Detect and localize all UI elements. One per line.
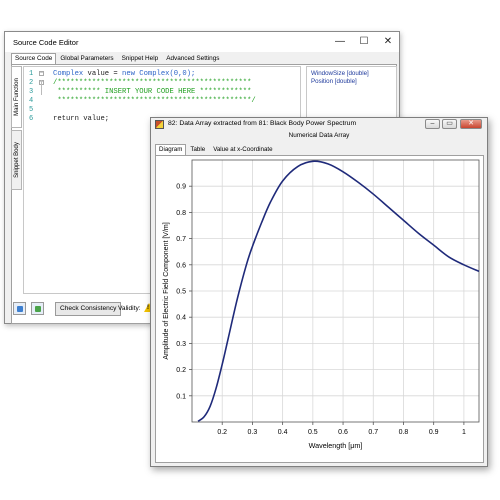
y-tick-label: 0.7: [176, 236, 186, 243]
y-tick-label: 0.1: [176, 393, 186, 400]
param-position[interactable]: Position [double]: [311, 78, 357, 85]
data-window-subtitle: Numerical Data Array: [288, 132, 350, 139]
export-button[interactable]: [31, 302, 44, 315]
data-window-titlebar[interactable]: 82: Data Array extracted from 81: Black …: [151, 118, 487, 131]
restore-button[interactable]: ▭: [442, 119, 457, 129]
line-number: 2: [29, 79, 34, 87]
y-tick-label: 0.6: [176, 262, 186, 269]
close-button[interactable]: ✕: [460, 119, 482, 129]
close-button[interactable]: ✕: [377, 34, 399, 49]
tab-table[interactable]: Table: [186, 144, 209, 155]
minimize-button[interactable]: —: [329, 34, 351, 49]
tab-diagram[interactable]: Diagram: [155, 144, 187, 155]
fold-marker-icon[interactable]: –: [39, 71, 44, 76]
side-tab-strip: Main Function Snippet Body: [11, 66, 22, 296]
y-tick-label: 0.5: [176, 289, 186, 296]
app-icon: [155, 120, 164, 129]
diagram-panel: 0.2 0.3 0.4 0.5 0.6 0.7 0.8 0.9 1 0.1 0.2 0.3 0.4 0.5…: [155, 155, 484, 463]
data-array-window: 82: Data Array extracted from 81: Black …: [150, 117, 488, 467]
spectrum-chart[interactable]: 0.2 0.3 0.4 0.5 0.6 0.7 0.8 0.9 1 0.1 0.2 0.3 0.4 0.5…: [156, 156, 485, 464]
tab-snippet-body-label: Snippet Body: [13, 142, 20, 178]
line-number: 4: [29, 97, 34, 105]
minimize-button[interactable]: –: [425, 119, 440, 129]
x-tick-label: 0.7: [368, 429, 378, 436]
check-consistency-button[interactable]: Check Consistency: [55, 302, 122, 316]
x-tick-label: 0.8: [399, 429, 409, 436]
data-tab-bar: Diagram Table Value at x-Coordinate: [155, 144, 277, 155]
code-line-2: /***************************************…: [53, 79, 252, 87]
tab-snippet-help[interactable]: Snippet Help: [118, 53, 163, 64]
x-axis-label: Wavelength [μm]: [309, 441, 363, 450]
editor-tab-bar: Source Code Global Parameters Snippet He…: [11, 53, 223, 64]
import-button[interactable]: [13, 302, 26, 315]
tab-main-function-label: Main Function: [13, 78, 20, 116]
tab-snippet-body[interactable]: Snippet Body: [11, 130, 22, 190]
tab-global-parameters[interactable]: Global Parameters: [56, 53, 117, 64]
line-number: 5: [29, 106, 34, 114]
line-number: 3: [29, 88, 34, 96]
x-tick-label: 0.9: [429, 429, 439, 436]
y-axis-label: Amplitude of Electric Field Component [V…: [163, 222, 170, 359]
export-icon: [35, 306, 41, 312]
editor-title: Source Code Editor: [13, 38, 79, 47]
x-tick-label: 1: [462, 429, 466, 436]
editor-titlebar[interactable]: Source Code Editor — ☐ ✕: [5, 32, 399, 52]
y-tick-label: 0.8: [176, 210, 186, 217]
line-number: 6: [29, 115, 34, 123]
import-icon: [17, 306, 23, 312]
warning-mark: !: [147, 305, 149, 311]
maximize-button[interactable]: ☐: [353, 34, 375, 49]
x-tick-label: 0.3: [248, 429, 258, 436]
tab-value-at-x[interactable]: Value at x-Coordinate: [209, 144, 276, 155]
validity-label: Validity:: [118, 305, 141, 312]
tab-source-code[interactable]: Source Code: [11, 53, 57, 64]
x-tick-label: 0.2: [217, 429, 227, 436]
y-tick-label: 0.4: [176, 315, 186, 322]
param-window-size[interactable]: WindowSize [double]: [311, 70, 369, 77]
line-number: 1: [29, 70, 34, 78]
y-tick-label: 0.9: [176, 184, 186, 191]
code-line-3: ********** INSERT YOUR CODE HERE *******…: [53, 88, 252, 96]
code-line-6: return value;: [53, 115, 110, 123]
fold-guide: [41, 80, 42, 95]
tab-advanced-settings[interactable]: Advanced Settings: [162, 53, 223, 64]
y-tick-label: 0.2: [176, 367, 186, 374]
y-tick-label: 0.3: [176, 341, 186, 348]
code-line-1: Complex value = new Complex(0,0);: [53, 70, 196, 78]
tab-main-function[interactable]: Main Function: [11, 66, 22, 128]
code-line-4: ****************************************…: [53, 97, 256, 105]
x-tick-label: 0.5: [308, 429, 318, 436]
x-tick-label: 0.4: [278, 429, 288, 436]
line-number-gutter: 1 2 3 4 5 6 – –: [24, 67, 48, 293]
data-window-title: 82: Data Array extracted from 81: Black …: [168, 120, 357, 127]
x-tick-label: 0.6: [338, 429, 348, 436]
